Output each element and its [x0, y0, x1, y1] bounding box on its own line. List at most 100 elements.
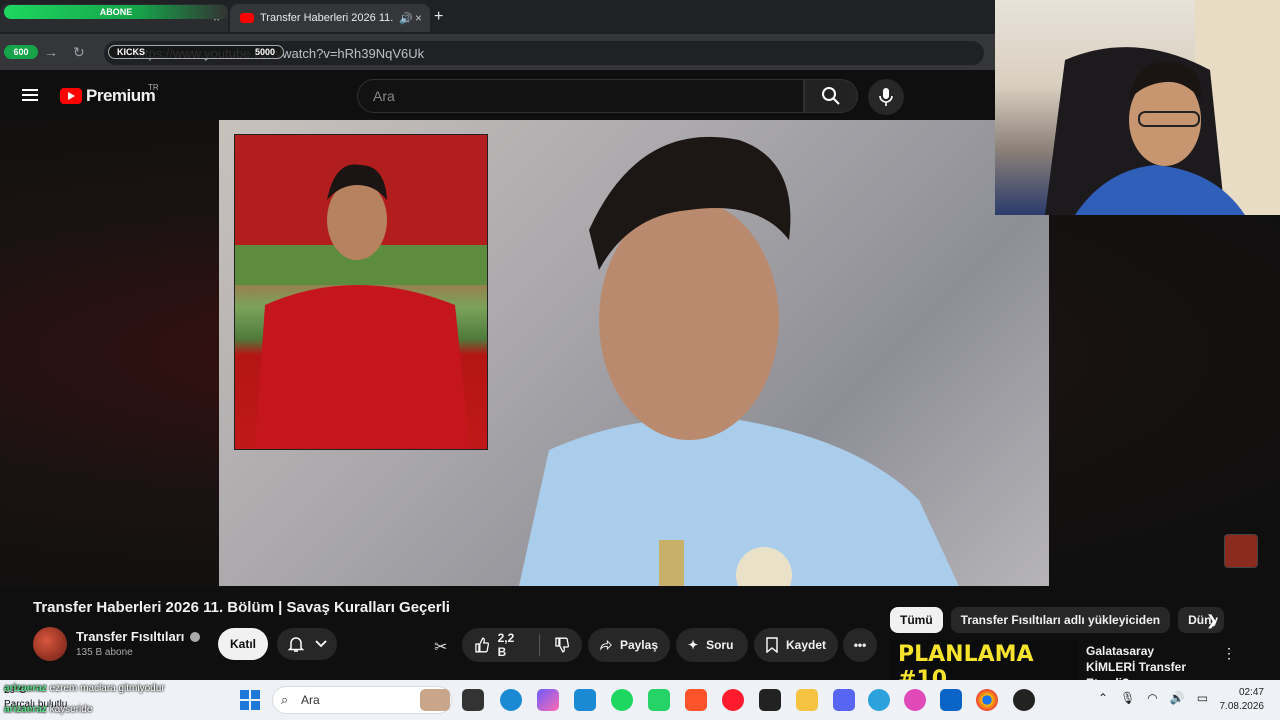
clock-time: 02:47	[1238, 687, 1264, 698]
chat-text: ezrem maclara gitmiyodur	[49, 683, 165, 694]
youtube-favicon-icon	[240, 13, 254, 23]
task-view-icon[interactable]	[462, 689, 484, 711]
recommended-video-thumbnail[interactable]: PLANLAMA #10	[890, 640, 1078, 680]
outlook-icon[interactable]	[940, 689, 962, 711]
chat-text: kayseride	[49, 704, 93, 715]
verified-icon	[190, 631, 201, 642]
chevron-down-icon	[315, 640, 327, 648]
thumbnail-text: PLANLAMA #10	[898, 642, 1034, 680]
chevron-right-icon[interactable]: ❯	[1206, 612, 1218, 629]
chip-all[interactable]: Tümü	[890, 607, 943, 633]
region-code: TR	[148, 83, 159, 92]
voice-search-button[interactable]	[868, 79, 904, 115]
divider	[539, 634, 541, 656]
like-count[interactable]: 2,2 B	[498, 631, 526, 659]
share-button[interactable]: Paylaş	[588, 628, 670, 662]
goal-label: ABONE	[99, 7, 133, 17]
filter-chips: Tümü Transfer Fısıltıları adlı yükleyici…	[890, 607, 1225, 633]
ask-label: Soru	[706, 638, 734, 652]
chat-user: arizaeraz	[4, 683, 47, 694]
subscriber-count: 135 B abone	[76, 647, 133, 658]
goal-count: 600	[13, 47, 29, 57]
search-input[interactable]: Ara	[357, 79, 804, 113]
battery-icon[interactable]: ▭	[1197, 691, 1208, 705]
opera-icon[interactable]	[722, 689, 744, 711]
search-icon	[822, 87, 840, 105]
channel-avatar[interactable]	[33, 627, 67, 661]
file-explorer-icon[interactable]	[796, 689, 818, 711]
opera-gx-icon[interactable]	[904, 689, 926, 711]
streamer-webcam	[995, 0, 1280, 215]
goal-label: KICKS	[117, 47, 146, 57]
goal-count: 5000	[254, 47, 275, 57]
speaker-icon: 🔊	[399, 12, 413, 25]
search-placeholder: Ara	[301, 693, 320, 707]
more-actions-button[interactable]: •••	[843, 628, 877, 662]
youtube-play-icon	[60, 88, 82, 104]
chat-overlay-line: arizaeraz kayseride	[4, 704, 92, 715]
search-button[interactable]	[804, 79, 858, 113]
join-label: Katıl	[229, 637, 256, 651]
chip-from-uploader[interactable]: Transfer Fısıltıları adlı yükleyiciden	[950, 607, 1171, 633]
taskbar-clock[interactable]: 02:47 7.08.2026	[1218, 686, 1265, 714]
search-icon: ⌕	[281, 692, 289, 707]
telegram-icon[interactable]	[868, 689, 890, 711]
search-placeholder: Ara	[373, 88, 395, 104]
app-icon[interactable]	[1013, 689, 1035, 711]
channel-name[interactable]: Transfer Fısıltıları	[76, 629, 184, 644]
game-icon[interactable]	[759, 689, 781, 711]
stream-goal-bar-subscribers: ABONE	[4, 5, 228, 19]
more-icon: •••	[853, 638, 867, 652]
system-tray: ⌃ 🎙 ◠ 🔊 ▭	[1098, 691, 1208, 705]
save-label: Kaydet	[785, 638, 826, 652]
windows-start-icon[interactable]	[240, 690, 260, 710]
copilot-icon[interactable]	[537, 689, 559, 711]
close-tab-icon[interactable]: ×	[415, 11, 422, 25]
menu-icon[interactable]	[22, 89, 38, 101]
channel-name-row[interactable]: Transfer Fısıltıları	[76, 629, 201, 644]
youtube-premium-logo[interactable]: Premium TR	[60, 83, 159, 106]
store-icon[interactable]	[574, 689, 596, 711]
mini-thumbnail[interactable]	[1224, 534, 1258, 568]
whatsapp-icon[interactable]	[648, 689, 670, 711]
logo-text: Premium	[86, 86, 156, 105]
remix-icon[interactable]: ✂	[434, 637, 447, 657]
chat-overlay-line: arizaeraz ezrem maclara gitmiyodur	[4, 683, 165, 694]
chevron-up-icon[interactable]: ⌃	[1098, 691, 1108, 705]
chrome-icon[interactable]	[976, 689, 998, 711]
brave-icon[interactable]	[685, 689, 707, 711]
discord-icon[interactable]	[833, 689, 855, 711]
wifi-icon[interactable]: ◠	[1147, 691, 1157, 705]
like-icon[interactable]	[474, 637, 490, 653]
windows-taskbar	[0, 680, 1280, 720]
tab-label: Transfer Haberleri 2026 11.	[260, 12, 394, 24]
bookmark-icon	[766, 637, 778, 653]
save-button[interactable]: Kaydet	[754, 628, 838, 662]
spotify-icon[interactable]	[611, 689, 633, 711]
bell-icon	[287, 637, 305, 652]
forward-icon[interactable]: →	[44, 44, 58, 60]
inset-player-photo	[235, 135, 487, 449]
stream-goal-bar-followers: 600	[4, 45, 38, 59]
reload-icon[interactable]: ↻	[73, 44, 85, 61]
screen: { "browser": { "tabs": [ {"label": ""}, …	[0, 0, 1280, 720]
browser-tab-active[interactable]: Transfer Haberleri 2026 11. 🔊 ×	[230, 4, 430, 32]
share-label: Paylaş	[619, 638, 658, 652]
ask-button[interactable]: ✦ Soru	[676, 628, 748, 662]
more-vertical-icon[interactable]: ⋮	[1222, 645, 1236, 662]
volume-icon[interactable]: 🔊	[1170, 691, 1185, 705]
sparkle-icon: ✦	[688, 638, 699, 652]
chat-user: arizaeraz	[4, 704, 47, 715]
edge-icon[interactable]	[500, 689, 522, 711]
video-inset-photo	[234, 134, 488, 450]
news-widget-icon[interactable]	[420, 689, 450, 711]
clock-date: 7.08.2026	[1219, 701, 1265, 712]
like-dislike-group: 2,2 B	[462, 628, 582, 662]
microphone-icon[interactable]: 🎙	[1120, 691, 1135, 705]
webcam-feed	[1045, 0, 1280, 215]
new-tab-button[interactable]: +	[434, 8, 443, 26]
dislike-icon[interactable]	[554, 637, 570, 653]
share-icon	[600, 639, 612, 651]
join-button[interactable]: Katıl	[218, 628, 268, 660]
subscription-bell-button[interactable]	[277, 628, 337, 660]
